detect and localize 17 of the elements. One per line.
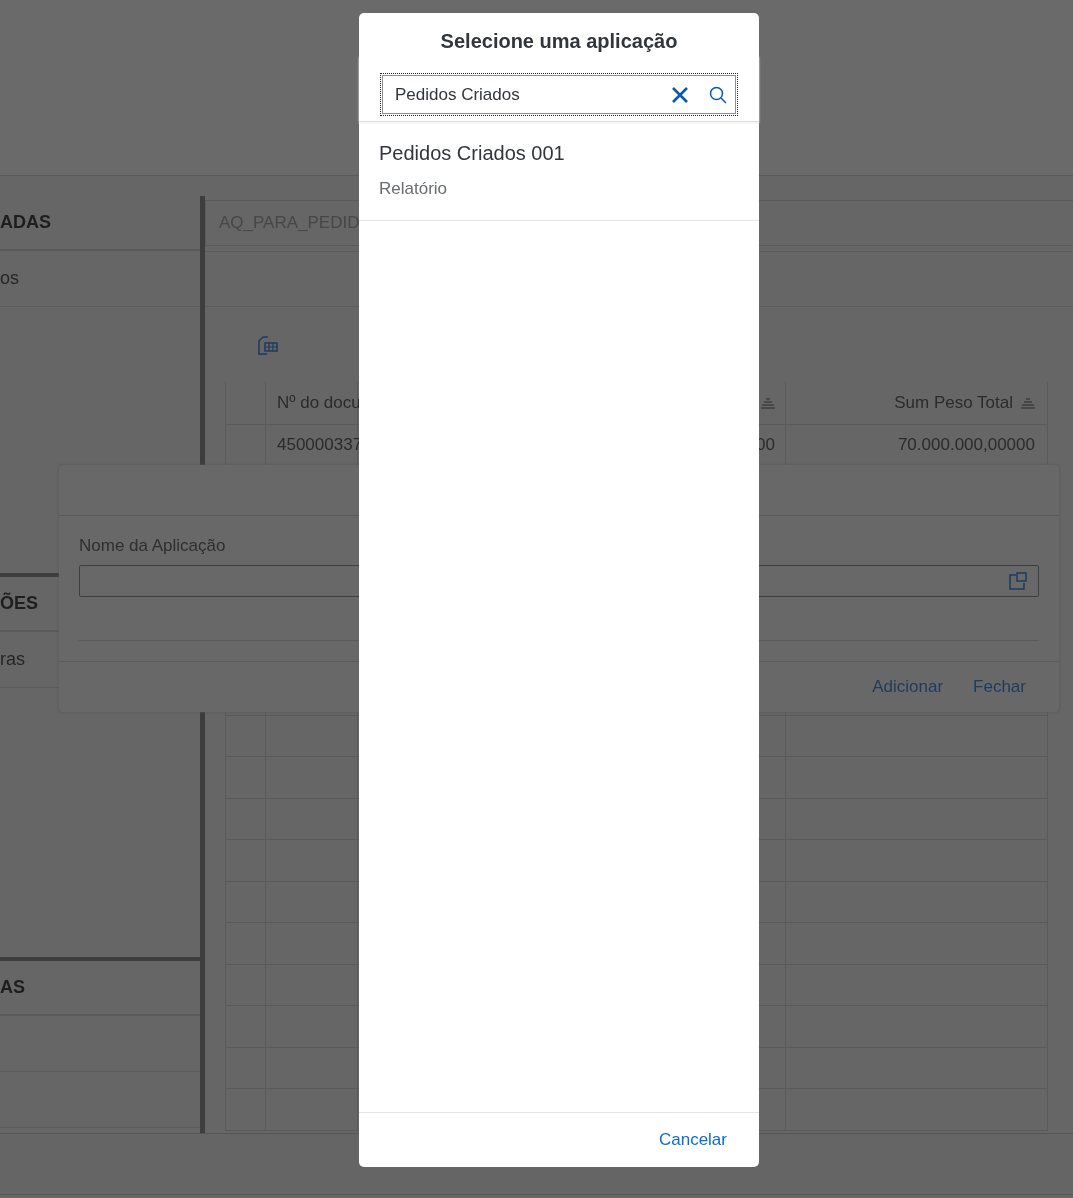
sort-icon[interactable] [1021,397,1035,409]
spreadsheet-export-button[interactable] [257,333,279,356]
cancel-button[interactable]: Cancelar [658,1130,727,1150]
table-cell: 450000337 [277,435,363,456]
column-header[interactable]: Sum Peso Total [894,393,1013,413]
dialog-button[interactable]: Fechar [973,677,1026,697]
search-field[interactable]: Pedidos Criados [380,73,738,116]
clear-button[interactable] [671,85,689,104]
value-help-icon[interactable] [1009,572,1027,590]
sort-icon[interactable] [761,397,775,409]
table-cell: 70.000.000,00000 [897,435,1035,456]
search-button[interactable] [709,85,727,104]
result-item[interactable]: Pedidos Criados 001 Relatório [359,122,759,221]
field-label: Nome da Aplicação [79,536,227,556]
dialog-button[interactable]: Adicionar [872,677,944,697]
search-input[interactable]: Pedidos Criados [395,84,651,105]
dialog-title: Selecione uma aplicação [439,29,679,54]
